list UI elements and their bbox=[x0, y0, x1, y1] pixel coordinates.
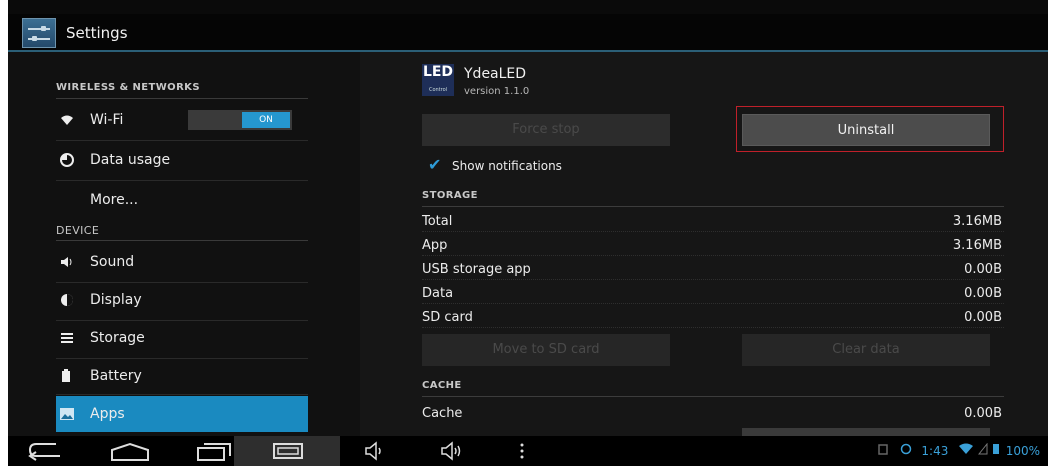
screenshot-icon[interactable] bbox=[270, 440, 306, 462]
toggle-on-label: ON bbox=[242, 112, 290, 128]
row-value: 0.00B bbox=[964, 406, 1002, 421]
row-label: Data bbox=[422, 286, 454, 301]
page-title: Settings bbox=[66, 24, 128, 42]
logo-text: LED bbox=[422, 64, 454, 80]
section-header-wireless: WIRELESS & NETWORKS bbox=[56, 82, 200, 93]
notification-icon bbox=[878, 444, 888, 455]
settings-sliders-icon[interactable] bbox=[22, 18, 56, 48]
sidebar-item-display[interactable]: Display bbox=[56, 282, 308, 318]
divider bbox=[56, 180, 308, 181]
storage-row-app: App 3.16MB bbox=[422, 236, 1004, 256]
action-bar: Settings bbox=[8, 14, 1048, 52]
data-usage-icon bbox=[60, 153, 74, 167]
row-value: 0.00B bbox=[964, 310, 1002, 325]
display-icon bbox=[60, 293, 74, 307]
storage-icon bbox=[60, 331, 74, 345]
section-header-device: DEVICE bbox=[56, 224, 100, 237]
uninstall-button[interactable]: Uninstall bbox=[742, 114, 990, 146]
row-label: App bbox=[422, 238, 448, 253]
row-label: SD card bbox=[422, 310, 473, 325]
sidebar-item-storage[interactable]: Storage bbox=[56, 320, 308, 356]
divider bbox=[422, 396, 1004, 397]
checkbox-label: Show notifications bbox=[452, 159, 562, 173]
sidebar-item-label: Battery bbox=[90, 368, 142, 384]
divider bbox=[422, 206, 1004, 207]
sync-icon bbox=[900, 443, 911, 455]
move-to-sd-card-button[interactable]: Move to SD card bbox=[422, 334, 670, 366]
back-icon[interactable] bbox=[26, 440, 66, 462]
settings-sidebar: WIRELESS & NETWORKS Wi-Fi ON Data usage … bbox=[8, 52, 360, 436]
storage-row-sd-card: SD card 0.00B bbox=[422, 308, 1004, 328]
sidebar-item-battery[interactable]: Battery bbox=[56, 358, 308, 394]
cache-section-header: CACHE bbox=[422, 380, 462, 391]
row-value: 3.16MB bbox=[952, 238, 1002, 253]
android-screen: Settings WIRELESS & NETWORKS Wi-Fi ON Da… bbox=[8, 0, 1048, 466]
sidebar-item-label: Storage bbox=[90, 330, 145, 346]
wifi-icon bbox=[60, 113, 74, 127]
sidebar-item-label: Wi-Fi bbox=[90, 112, 124, 128]
storage-row-usb: USB storage app 0.00B bbox=[422, 260, 1004, 280]
storage-row-data: Data 0.00B bbox=[422, 284, 1004, 304]
home-icon[interactable] bbox=[108, 440, 152, 462]
storage-section-header: STORAGE bbox=[422, 190, 478, 201]
divider bbox=[56, 98, 308, 99]
sidebar-item-sound[interactable]: Sound bbox=[56, 244, 308, 280]
row-value: 3.16MB bbox=[952, 214, 1002, 229]
divider bbox=[56, 394, 308, 395]
sidebar-item-data-usage[interactable]: Data usage bbox=[56, 142, 308, 178]
clear-data-button[interactable]: Clear data bbox=[742, 334, 990, 366]
app-info-panel: LED Control YdeaLED version 1.1.0 Force … bbox=[360, 52, 1048, 436]
system-navigation-bar: 1:43 100% bbox=[8, 436, 1048, 466]
sidebar-item-label: Data usage bbox=[90, 152, 171, 168]
sidebar-item-more[interactable]: More... bbox=[56, 182, 308, 218]
app-version: version 1.1.0 bbox=[464, 86, 530, 97]
recent-apps-icon[interactable] bbox=[194, 440, 234, 462]
menu-icon[interactable] bbox=[518, 440, 526, 462]
divider bbox=[56, 140, 308, 141]
sidebar-item-label: More... bbox=[90, 192, 139, 208]
app-logo-icon: LED Control bbox=[422, 64, 454, 96]
sidebar-item-label: Sound bbox=[90, 254, 135, 270]
storage-row-total: Total 3.16MB bbox=[422, 212, 1004, 232]
row-label: USB storage app bbox=[422, 262, 531, 277]
divider bbox=[56, 240, 308, 241]
logo-subtext: Control bbox=[428, 87, 448, 93]
battery-status-icon bbox=[992, 444, 999, 454]
wifi-toggle[interactable]: ON bbox=[188, 110, 292, 130]
row-value: 0.00B bbox=[964, 286, 1002, 301]
status-time: 1:43 bbox=[921, 444, 949, 458]
volume-down-icon[interactable] bbox=[364, 440, 386, 462]
sidebar-item-apps[interactable]: Apps bbox=[56, 396, 308, 432]
sidebar-item-wifi[interactable]: Wi-Fi ON bbox=[56, 102, 308, 138]
speaker-icon bbox=[60, 255, 74, 269]
battery-icon bbox=[60, 369, 74, 383]
status-area[interactable]: 1:43 100% bbox=[878, 442, 1040, 458]
checkmark-icon: ✔ bbox=[428, 155, 442, 174]
row-label: Cache bbox=[422, 406, 463, 421]
row-value: 0.00B bbox=[964, 262, 1002, 277]
app-name: YdeaLED bbox=[464, 66, 527, 82]
battery-percent: 100% bbox=[1005, 444, 1040, 458]
row-label: Total bbox=[422, 214, 453, 229]
sidebar-item-label: Apps bbox=[90, 406, 125, 422]
volume-up-icon[interactable] bbox=[440, 440, 466, 462]
force-stop-button[interactable]: Force stop bbox=[422, 114, 670, 146]
apps-icon bbox=[60, 407, 74, 421]
clear-cache-button[interactable] bbox=[742, 428, 990, 436]
sidebar-item-label: Display bbox=[90, 292, 142, 308]
cache-row: Cache 0.00B bbox=[422, 404, 1004, 424]
wifi-signal-icon bbox=[959, 443, 974, 454]
cell-signal-icon bbox=[977, 442, 988, 455]
